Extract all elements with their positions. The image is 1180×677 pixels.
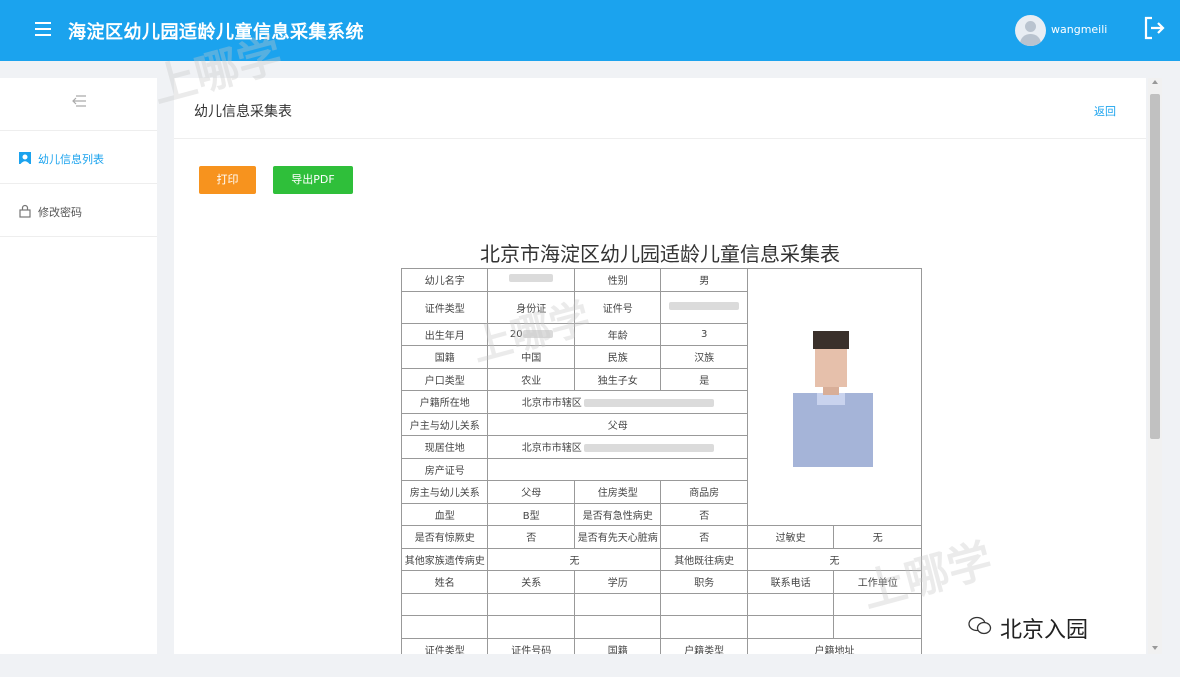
form-label: 现居住地 [400,435,489,459]
column-header: 证件号码 [487,637,575,654]
column-header: 学历 [573,570,662,594]
user-avatar[interactable] [1015,15,1046,46]
vertical-scrollbar[interactable] [1148,78,1162,654]
lock-icon [18,204,32,218]
empty-cell [833,615,922,639]
empty-cell [660,615,748,639]
empty-cell [400,592,489,616]
form-label: 户籍所在地 [400,390,489,414]
form-label: 是否有惊厥史 [400,525,489,549]
column-header: 户籍地址 [746,637,923,654]
empty-cell [400,615,489,639]
empty-cell [746,592,835,616]
column-header: 职务 [660,570,748,594]
column-header: 证件类型 [400,637,489,654]
wechat-account-name: 北京入园 [1000,618,1089,643]
form-label: 其他既往病史 [660,547,748,571]
form-label: 住房类型 [573,480,662,504]
child-name-value [487,268,575,292]
scroll-up-icon[interactable] [1152,80,1158,84]
form-value: 是 [660,367,748,391]
form-value: 男 [660,268,748,292]
form-value: 否 [660,525,748,549]
form-label: 户口类型 [400,367,489,391]
sidebar-item-label: 幼儿信息列表 [38,153,104,166]
empty-cell [487,592,575,616]
form-label: 幼儿名字 [400,268,489,292]
form-label: 是否有急性病史 [573,502,662,526]
form-value: 商品房 [660,480,748,504]
form-value: 否 [660,502,748,526]
empty-cell [746,615,835,639]
scroll-down-icon[interactable] [1152,646,1158,650]
print-button[interactable]: 打印 [199,166,256,194]
form-label: 房产证号 [400,457,489,481]
column-header: 姓名 [400,570,489,594]
empty-cell [487,615,575,639]
form-label: 独生子女 [573,367,662,391]
form-title: 北京市海淀区幼儿园适龄儿童信息采集表 [480,242,840,266]
wechat-account-badge: 北京入园 [968,610,1168,643]
collapse-sidebar-icon[interactable] [70,92,88,110]
empty-cell [573,592,662,616]
id-number-value [660,290,748,324]
form-value: 农业 [487,367,575,391]
user-card-icon [18,151,32,165]
form-label: 是否有先天心脏病 [573,525,662,549]
child-photo [791,317,876,467]
column-header: 国籍 [573,637,662,654]
export-pdf-button[interactable]: 导出PDF [273,166,353,194]
logout-icon[interactable] [1143,16,1165,40]
column-header: 户籍类型 [660,637,748,654]
photo-cell [746,268,923,526]
sidebar-item-child-list[interactable]: 幼儿信息列表 [0,130,157,183]
form-label: 房主与幼儿关系 [400,480,489,504]
form-value: B型 [487,502,575,526]
empty-cell [573,615,662,639]
property-number-value [487,457,748,481]
hukou-address-value: 北京市市辖区 [487,390,748,414]
form-value: 无 [487,547,662,571]
form-label: 血型 [400,502,489,526]
wechat-icon [968,616,992,635]
form-label: 过敏史 [746,525,835,549]
divider [174,138,1146,139]
form-value: 汉族 [660,345,748,369]
form-label: 性别 [573,268,662,292]
form-value: 父母 [487,480,575,504]
back-link[interactable]: 返回 [1094,103,1116,119]
sidebar-item-label: 修改密码 [38,206,82,219]
column-header: 关系 [487,570,575,594]
hamburger-menu-icon[interactable] [35,22,51,36]
form-label: 户主与幼儿关系 [400,412,489,436]
sidebar-item-change-password[interactable]: 修改密码 [0,183,157,237]
form-label: 其他家族遗传病史 [400,547,489,571]
form-label: 民族 [573,345,662,369]
username[interactable]: wangmeili [1051,23,1107,36]
scrollbar-thumb[interactable] [1150,94,1160,439]
form-value: 否 [487,525,575,549]
empty-cell [660,592,748,616]
residence-value: 北京市市辖区 [487,435,748,459]
column-header: 联系电话 [746,570,835,594]
form-value: 3 [660,322,748,346]
sidebar: 幼儿信息列表 修改密码 [0,78,157,654]
main-panel: 幼儿信息采集表 返回 打印 导出PDF 北京市海淀区幼儿园适龄儿童信息采集表 幼… [174,78,1146,654]
page-title: 幼儿信息采集表 [194,104,292,120]
form-value: 父母 [487,412,748,436]
